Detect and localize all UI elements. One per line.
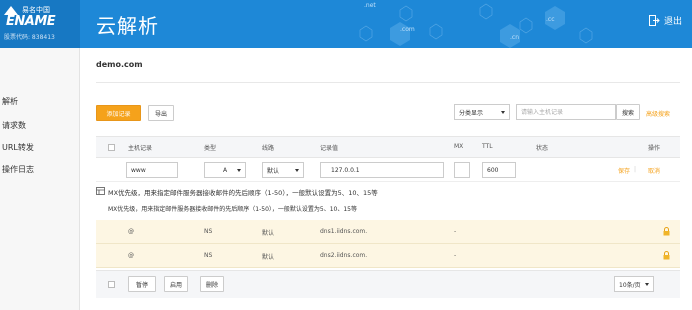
lock-icon (663, 227, 670, 236)
column-header-actions: 操作 (648, 145, 661, 152)
mx-hint-secondary: MX优先级，用来指定邮件服务器接收邮件的先后顺序（1-50），一般默认设置为5、… (108, 206, 357, 213)
table-row: @ NS 默认 dns1.iidns.com. - (96, 220, 680, 244)
lock-icon (663, 251, 670, 260)
search-input[interactable] (516, 104, 616, 120)
row-host: @ (128, 252, 134, 259)
divider (96, 82, 680, 83)
chevron-down-icon (237, 169, 241, 172)
column-header-ttl: TTL (482, 143, 493, 150)
logout-button[interactable]: 退出 (648, 14, 682, 27)
brand-english: ENAME (6, 14, 56, 29)
export-button[interactable]: 导出 (148, 105, 174, 121)
row-value: dns1.iidns.com. (320, 228, 368, 235)
row-line: 默认 (262, 230, 275, 237)
advanced-search-link[interactable]: 高级搜索 (646, 109, 670, 118)
chevron-down-icon (295, 169, 299, 172)
sidebar: 解析 请求数 URL转发 操作日志 (0, 48, 80, 310)
ename-logo[interactable]: 易名中国 ENAME 股票代码: 838413 (0, 0, 80, 48)
record-type-value: A (222, 166, 228, 174)
add-record-button[interactable]: 添加记录 (96, 105, 141, 121)
action-separator: | (634, 166, 637, 173)
column-header-type: 类型 (204, 145, 217, 152)
top-bar: 易名中国 ENAME 股票代码: 838413 云解析 .net .com .c… (0, 0, 692, 48)
record-value-input[interactable] (320, 162, 444, 178)
row-type: NS (204, 252, 213, 259)
line-select[interactable]: 默认 (262, 162, 304, 178)
row-host: @ (128, 228, 134, 235)
mx-hint-primary: MX优先级，用来指定邮件服务器接收邮件的先后顺序（1-50），一般默认设置为5、… (108, 189, 378, 197)
hexagon-decoration-icon (359, 3, 593, 48)
ttl-input[interactable] (482, 162, 516, 178)
header-decoration: .net .com .cc .cn (300, 0, 610, 48)
mx-input[interactable] (454, 162, 470, 178)
enable-button[interactable]: 启用 (164, 276, 188, 292)
deco-label: .net (364, 2, 376, 9)
page-size-select[interactable]: 10条/页 (614, 276, 654, 292)
row-value: dns2.iidns.com. (320, 252, 368, 259)
host-record-input[interactable] (126, 162, 178, 178)
edit-record-row: A 默认 保存 | 取消 (96, 158, 680, 182)
group-display-select[interactable]: 分类显示 (454, 104, 510, 120)
page-size-value: 10条/页 (619, 281, 641, 289)
chevron-down-icon (645, 283, 649, 286)
row-line: 默认 (262, 254, 275, 261)
sidebar-item-url-forward[interactable]: URL转发 (2, 142, 34, 153)
table-header: 主机记录 类型 线路 记录值 MX TTL 状态 操作 (96, 136, 680, 158)
column-header-line: 线路 (262, 145, 275, 152)
row-mx: - (454, 252, 457, 259)
logout-label: 退出 (663, 17, 682, 27)
save-link[interactable]: 保存 (618, 166, 630, 175)
column-header-value: 记录值 (320, 145, 339, 152)
group-display-value: 分类显示 (459, 109, 484, 117)
row-type: NS (204, 228, 213, 235)
cancel-link[interactable]: 取消 (648, 166, 660, 175)
stock-code: 股票代码: 838413 (4, 34, 55, 41)
deco-label: .cn (510, 34, 520, 41)
row-mx: - (454, 228, 457, 235)
domain-name: demo.com (96, 60, 143, 69)
deco-label: .cc (546, 16, 555, 23)
search-button[interactable]: 搜索 (616, 104, 640, 120)
info-table-icon (96, 187, 105, 195)
table-footer: 暂停 启用 删除 10条/页 (96, 270, 680, 298)
line-value: 默认 (267, 167, 280, 175)
select-all-footer-checkbox[interactable] (108, 281, 115, 288)
page-title: 云解析 (96, 14, 159, 38)
sidebar-item-requests[interactable]: 请求数 (2, 120, 26, 131)
pause-button[interactable]: 暂停 (128, 276, 156, 292)
chevron-down-icon (501, 111, 505, 114)
column-header-host: 主机记录 (128, 145, 153, 152)
column-header-mx: MX (454, 143, 464, 150)
logout-icon (648, 15, 660, 26)
select-all-checkbox[interactable] (108, 144, 115, 151)
sidebar-item-resolve[interactable]: 解析 (2, 96, 18, 107)
deco-label: .com (400, 26, 415, 33)
column-header-status: 状态 (536, 145, 549, 152)
record-type-select[interactable]: A (204, 162, 246, 178)
table-row: @ NS 默认 dns2.iidns.com. - (96, 244, 680, 268)
sidebar-item-operation-log[interactable]: 操作日志 (2, 164, 34, 175)
delete-button[interactable]: 删除 (200, 276, 224, 292)
